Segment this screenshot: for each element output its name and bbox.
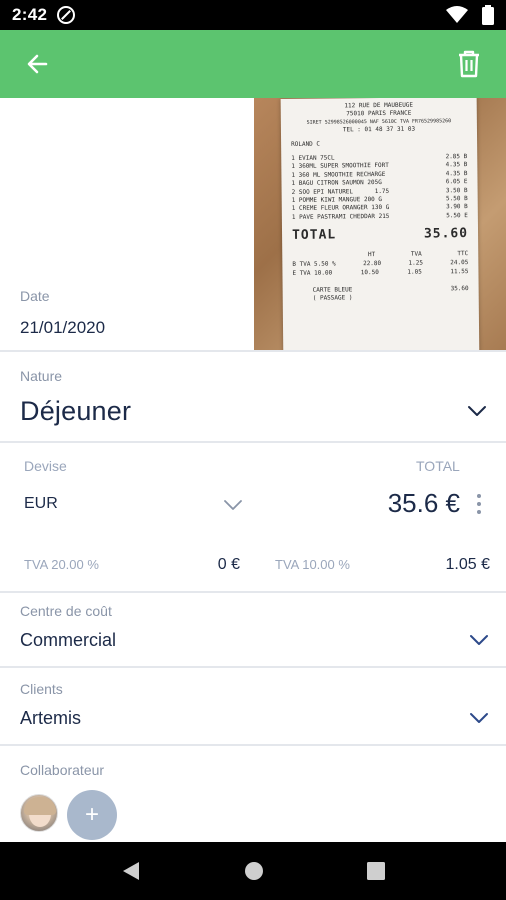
- collaborateur-label: Collaborateur: [20, 762, 105, 778]
- status-bar: 2:42: [0, 0, 506, 30]
- total-label: TOTAL: [416, 458, 460, 474]
- status-time: 2:42: [12, 5, 48, 24]
- total-amount[interactable]: 35.6 €: [388, 488, 460, 519]
- chevron-down-icon[interactable]: [466, 404, 488, 418]
- receipt-operator: ROLAND C: [291, 140, 321, 148]
- date-label: Date: [20, 288, 50, 304]
- devise-chevron-down-icon[interactable]: [222, 498, 244, 512]
- centre-de-cout-label: Centre de coût: [20, 603, 112, 619]
- divider: [0, 350, 506, 352]
- nav-back-icon[interactable]: [121, 860, 141, 882]
- devise-label: Devise: [24, 458, 67, 474]
- system-nav-bar: [0, 842, 506, 900]
- centre-de-cout-value[interactable]: Commercial: [20, 630, 116, 651]
- receipt-tax-row: E TVA 10.00 10.50 1.05 11.55: [292, 268, 469, 278]
- trash-icon: [459, 50, 479, 78]
- avatar[interactable]: [20, 794, 58, 832]
- battery-icon: [482, 5, 494, 25]
- back-button[interactable]: [20, 47, 54, 81]
- tva-20-value[interactable]: 0 €: [170, 556, 240, 574]
- top-section: Date 21/01/2020 112 RUE DE MAUBEUGE 7501…: [0, 98, 506, 350]
- receipt-footer: ( PASSAGE ): [312, 294, 353, 302]
- clients-label: Clients: [20, 681, 63, 697]
- nav-home-icon[interactable]: [244, 861, 264, 881]
- divider: [0, 591, 506, 593]
- nature-value[interactable]: Déjeuner: [20, 396, 131, 427]
- centre-chevron-down-icon[interactable]: [468, 633, 490, 647]
- receipt-paper: 112 RUE DE MAUBEUGE 75010 PARIS FRANCE S…: [280, 98, 480, 350]
- nature-label: Nature: [20, 368, 63, 384]
- plus-icon: +: [84, 801, 99, 828]
- nav-recents-icon[interactable]: [366, 862, 385, 880]
- tva-10-value[interactable]: 1.05 €: [400, 556, 490, 574]
- clients-chevron-down-icon[interactable]: [468, 711, 490, 725]
- receipt-total: TOTAL 35.60: [291, 226, 469, 244]
- divider: [0, 744, 506, 746]
- divider: [0, 441, 506, 443]
- add-collaborateur-button[interactable]: +: [67, 790, 117, 840]
- delete-button[interactable]: [452, 47, 486, 81]
- wifi-icon: [446, 6, 468, 23]
- tva-20-label: TVA 20.00 %: [24, 557, 99, 572]
- more-options-icon[interactable]: [474, 492, 484, 516]
- clients-value[interactable]: Artemis: [20, 708, 81, 729]
- receipt-photo[interactable]: 112 RUE DE MAUBEUGE 75010 PARIS FRANCE S…: [254, 98, 506, 350]
- app-bar: [0, 30, 506, 98]
- tva-10-label: TVA 10.00 %: [275, 557, 350, 572]
- divider: [0, 666, 506, 668]
- arrow-left-icon: [27, 54, 48, 74]
- devise-value[interactable]: EUR: [24, 495, 58, 513]
- receipt-item: 1 PAVE PASTRAMI CHEDDAR 215 5.50 E: [291, 211, 468, 221]
- date-value[interactable]: 21/01/2020: [20, 318, 105, 338]
- do-not-disturb-icon: [57, 6, 76, 24]
